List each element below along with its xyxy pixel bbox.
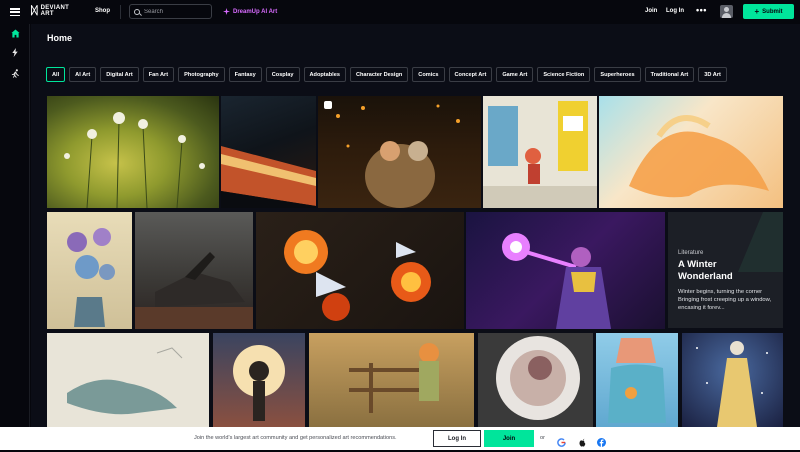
- train-image: [221, 146, 316, 208]
- search-box[interactable]: [129, 4, 212, 19]
- fox-farm-image: [349, 343, 439, 413]
- apple-icon[interactable]: [578, 434, 587, 447]
- or-label: or: [540, 435, 545, 441]
- menu-icon[interactable]: [10, 8, 20, 16]
- home-icon[interactable]: [10, 29, 20, 39]
- artwork-thumbnail[interactable]: [309, 333, 474, 427]
- moon-statue-image: [233, 345, 285, 421]
- page-title: Home: [47, 33, 73, 43]
- category-filters: All AI Art Digital Art Fan Art Photograp…: [46, 67, 727, 82]
- artwork-thumbnail[interactable]: [256, 212, 464, 329]
- filter-chip[interactable]: Superheroes: [594, 67, 641, 82]
- space-battle-image: [284, 230, 431, 321]
- hand-aquarium-image: [608, 338, 666, 423]
- left-sidebar: [0, 24, 30, 450]
- artwork-thumbnail[interactable]: [599, 96, 783, 208]
- deviantart-logo[interactable]: ᛞ DEVIANT ART: [31, 5, 69, 17]
- artwork-thumbnail[interactable]: [466, 212, 665, 329]
- artwork-thumbnail[interactable]: [596, 333, 678, 427]
- filter-chip[interactable]: Adoptables: [303, 67, 346, 82]
- logo-wordmark: DEVIANT ART: [40, 5, 70, 17]
- submit-label: Submit: [762, 8, 783, 15]
- sorceress-image: [502, 233, 611, 329]
- lightning-icon[interactable]: [10, 48, 20, 58]
- filter-chip[interactable]: Digital Art: [100, 67, 139, 82]
- wreckage-image: [135, 252, 253, 329]
- shop-link[interactable]: Shop: [95, 8, 110, 14]
- artwork-thumbnail[interactable]: [135, 212, 253, 329]
- filter-chip[interactable]: Fantasy: [228, 67, 262, 82]
- submit-button[interactable]: + Submit: [743, 4, 794, 19]
- artwork-thumbnail[interactable]: [483, 96, 597, 208]
- facebook-icon[interactable]: [597, 434, 606, 447]
- logo-mark-icon: ᛞ: [31, 4, 38, 17]
- filter-chip[interactable]: All: [46, 67, 66, 82]
- artwork-thumbnail[interactable]: [318, 96, 481, 208]
- creature-sketch-image: [67, 347, 183, 415]
- wildflowers-image: [64, 112, 205, 208]
- artwork-thumbnail[interactable]: [221, 96, 316, 208]
- filter-chip[interactable]: Photography: [178, 67, 225, 82]
- filter-chip[interactable]: Game Art: [496, 67, 534, 82]
- filter-chip[interactable]: Concept Art: [448, 67, 493, 82]
- avatar[interactable]: [720, 5, 733, 18]
- artwork-thumbnail[interactable]: [47, 333, 209, 427]
- filter-chip[interactable]: Traditional Art: [644, 67, 695, 82]
- sparkle-icon: [223, 8, 230, 15]
- artwork-thumbnail[interactable]: [682, 333, 783, 427]
- filter-chip[interactable]: Fan Art: [142, 67, 175, 82]
- couple-guitar-image: [336, 104, 460, 208]
- artwork-thumbnail[interactable]: [47, 96, 219, 208]
- banner-join-button[interactable]: Join: [484, 430, 534, 447]
- signup-banner: Join the world's largest art community a…: [0, 427, 800, 450]
- filter-chip[interactable]: Character Design: [349, 67, 409, 82]
- fox-spirit-image: [629, 115, 769, 198]
- featured-literature-card[interactable]: Literature A Winter Wonderland Winter be…: [668, 212, 783, 328]
- ai-badge-icon: [324, 101, 332, 109]
- more-options-icon[interactable]: •••: [696, 5, 707, 15]
- filter-chip[interactable]: AI Art: [69, 67, 97, 82]
- artwork-thumbnail[interactable]: [47, 212, 132, 329]
- google-icon[interactable]: [557, 434, 566, 447]
- signup-message: Join the world's largest art community a…: [194, 435, 397, 441]
- search-input[interactable]: [144, 8, 204, 15]
- banner-login-button[interactable]: Log In: [433, 430, 481, 447]
- flower-vase-image: [67, 228, 115, 327]
- join-link[interactable]: Join: [645, 8, 657, 14]
- dreamup-label: DreamUp AI Art: [233, 8, 278, 15]
- header-divider: [120, 5, 121, 19]
- artwork-thumbnail[interactable]: [213, 333, 305, 427]
- dreamup-link[interactable]: DreamUp AI Art: [223, 8, 277, 15]
- vending-machines-image: [483, 101, 597, 208]
- starry-maiden-image: [696, 341, 768, 427]
- literature-watermark-icon: [713, 212, 783, 272]
- runner-icon[interactable]: [10, 69, 20, 79]
- filter-chip[interactable]: 3D Art: [698, 67, 727, 82]
- portrait-collar-image: [496, 336, 580, 420]
- top-navigation-bar: ᛞ DEVIANT ART Shop DreamUp AI Art Join L…: [0, 0, 800, 24]
- artwork-thumbnail[interactable]: [478, 333, 593, 427]
- search-icon: [134, 8, 140, 15]
- filter-chip[interactable]: Science Fiction: [537, 67, 591, 82]
- featured-excerpt: Winter begins, turning the corner Bringi…: [678, 289, 772, 311]
- login-link[interactable]: Log In: [666, 8, 684, 14]
- plus-icon: +: [754, 6, 760, 16]
- filter-chip[interactable]: Cosplay: [265, 67, 300, 82]
- filter-chip[interactable]: Comics: [412, 67, 445, 82]
